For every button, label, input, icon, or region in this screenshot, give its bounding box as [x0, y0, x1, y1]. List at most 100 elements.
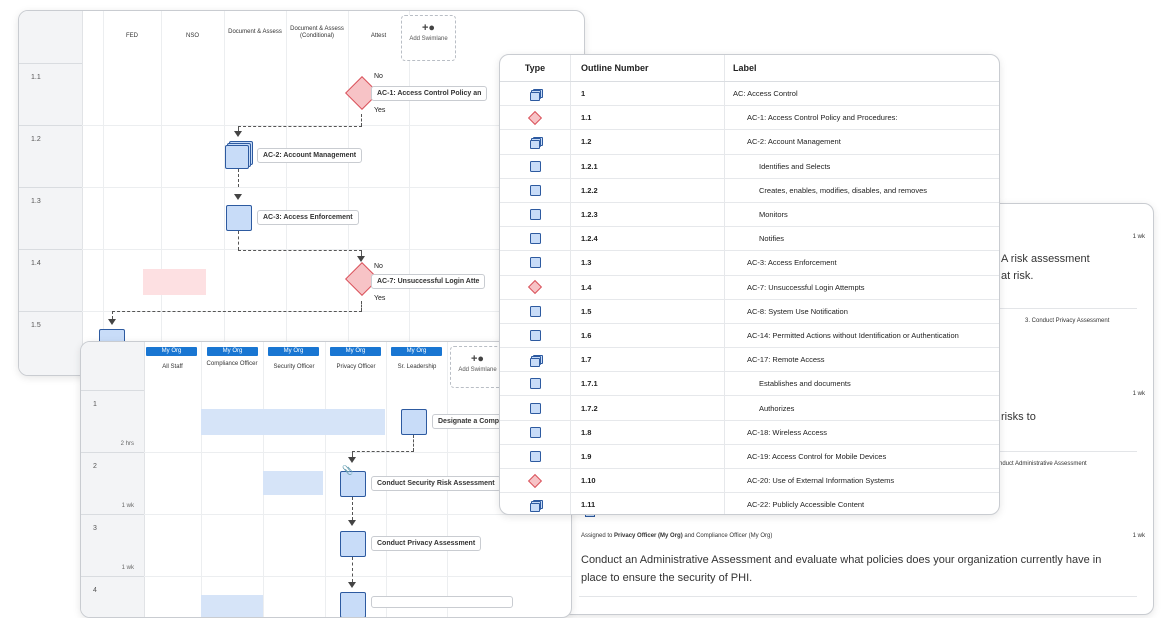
task-icon [529, 378, 541, 390]
label-cell: AC-1: Access Control Policy and Procedur… [724, 105, 999, 131]
column-header-outline-number[interactable]: Outline Number [570, 55, 725, 82]
row-number: 1 [93, 401, 97, 408]
connector [413, 435, 414, 451]
task-icon [529, 450, 541, 462]
column-header-label[interactable]: Label [724, 55, 999, 82]
lane-header-sr-leadership[interactable]: Sr. Leadership [387, 364, 447, 371]
lane-header-compliance-officer[interactable]: Compliance Officer [204, 361, 260, 368]
lane-header-fed[interactable]: FED [104, 33, 160, 40]
lane-header-attest[interactable]: Attest [349, 33, 408, 40]
table-row[interactable]: 1.11 AC-22: Publicly Accessible Content [500, 492, 999, 514]
table-row[interactable]: 1.7 AC-17: Remote Access [500, 347, 999, 373]
type-cell [500, 81, 571, 107]
row-1: 1 2 hrs [81, 390, 144, 453]
table-row[interactable]: 1.4 AC-7: Unsuccessful Login Attempts [500, 275, 999, 300]
row-1-5: 1.5 [19, 311, 82, 375]
outline-number-cell: 1.5 [570, 299, 725, 324]
lane-header-privacy-officer[interactable]: Privacy Officer [326, 364, 386, 371]
outline-number-cell: 1.10 [570, 468, 725, 494]
lane-header-document-assess[interactable]: Document & Assess [225, 29, 285, 36]
table-row[interactable]: 1.5 AC-8: System Use Notification [500, 299, 999, 324]
outline-table-card: Type Outline Number Label 1 AC: Access Co… [499, 54, 1000, 515]
table-row[interactable]: 1.1 AC-1: Access Control Policy and Proce… [500, 105, 999, 131]
outline-table-body: 1 AC: Access Control 1.1 AC-1: Access Contr… [500, 81, 999, 514]
outline-number-cell: 1.2.3 [570, 202, 725, 228]
task-description: A risk assessment [1001, 253, 1090, 265]
ac3-task[interactable] [226, 205, 252, 231]
task-duration: 1 wk [1132, 391, 1145, 397]
table-row[interactable]: 1.7.1 Establishes and documents [500, 371, 999, 397]
add-user-icon: +● [421, 22, 436, 34]
outline-number-cell: 1.1 [570, 105, 725, 131]
row-number: 2 [93, 463, 97, 470]
stack-icon [529, 88, 543, 101]
label-cell: AC-8: System Use Notification [724, 299, 999, 324]
table-row[interactable]: 1 AC: Access Control [500, 81, 999, 107]
row-number: 3 [93, 525, 97, 532]
lane-header-security-officer[interactable]: Security Officer [264, 364, 324, 371]
table-row[interactable]: 1.2.4 Notifies [500, 226, 999, 252]
task-reference: nduct Administrative Assessment [999, 461, 1087, 467]
table-row[interactable]: 1.2.3 Monitors [500, 202, 999, 228]
table-row[interactable]: 1.8 AC-18: Wireless Access [500, 420, 999, 445]
arrow-head [348, 520, 356, 526]
privacy-task[interactable] [340, 531, 366, 557]
arrow-head [348, 457, 356, 463]
ac7-task-label[interactable]: AC-7: Unsuccessful Login Atte [371, 274, 486, 289]
org-tag: My Org [330, 347, 381, 356]
task-icon [529, 257, 541, 269]
outline-table: Type Outline Number Label 1 AC: Access Co… [500, 55, 999, 514]
designate-task-label[interactable]: Designate a Comp [432, 414, 506, 429]
security-risk-task-label[interactable]: Conduct Security Risk Assessment [371, 476, 501, 491]
table-row[interactable]: 1.2 AC-2: Account Management [500, 129, 999, 155]
ac2-stacked-task[interactable] [225, 141, 253, 169]
lane-header-document-assess-conditional[interactable]: Document & Assess (Conditional) [287, 26, 347, 40]
outline-number-cell: 1.7.1 [570, 371, 725, 397]
add-swimlane-label: Add Swimlane [409, 36, 448, 42]
connector [238, 169, 239, 187]
next-task-label[interactable] [371, 596, 513, 608]
org-tag: My Org [391, 347, 442, 356]
table-row[interactable]: 1.9 AC-19: Access Control for Mobile Devi… [500, 444, 999, 470]
next-task[interactable] [340, 592, 366, 617]
outline-number-cell: 1.2.4 [570, 226, 725, 252]
table-row[interactable]: 1.6 AC-14: Permitted Actions without Iden… [500, 323, 999, 349]
outline-number-cell: 1.9 [570, 444, 725, 470]
row-number: 1.2 [31, 136, 41, 143]
highlighted-span [201, 409, 385, 435]
lane-header-all-staff[interactable]: All Staff [144, 364, 201, 371]
row-3: 3 1 wk [81, 514, 144, 577]
table-row[interactable]: 1.2.2 Creates, enables, modifies, disable… [500, 178, 999, 203]
ac3-task-label[interactable]: AC-3: Access Enforcement [257, 210, 359, 225]
row-number: 1.5 [31, 322, 41, 329]
privacy-task-label[interactable]: Conduct Privacy Assessment [371, 536, 482, 551]
outline-number-cell: 1.2.1 [570, 154, 725, 179]
arrow-head [234, 131, 242, 137]
table-row[interactable]: 1.10 AC-20: Use of External Information S… [500, 468, 999, 494]
assigned-to: Assigned to Privacy Officer (My Org) and… [581, 533, 772, 539]
outline-number-cell: 1.8 [570, 420, 725, 445]
add-swimlane-button[interactable]: +● Add Swimlane [450, 346, 505, 388]
task-description: place to ensure the security of PHI. [581, 572, 753, 584]
highlighted-cell [143, 269, 206, 295]
ac2-task-label[interactable]: AC-2: Account Management [257, 148, 363, 163]
type-cell [500, 492, 571, 514]
lane-header-nso[interactable]: NSO [162, 33, 223, 40]
stack-icon [529, 136, 543, 149]
table-row[interactable]: 1.3 AC-3: Access Enforcement [500, 250, 999, 276]
designate-task[interactable] [401, 409, 427, 435]
table-row[interactable]: 1.2.1 Identifies and Selects [500, 154, 999, 179]
decision-yes-label: Yes [374, 107, 386, 114]
ac1-task-label[interactable]: AC-1: Access Control Policy an [371, 86, 488, 101]
row-divider [144, 576, 571, 577]
add-swimlane-button[interactable]: +● Add Swimlane [401, 15, 456, 61]
task-icon [529, 184, 541, 196]
highlighted-cell [263, 471, 323, 495]
decision-no-label: No [374, 263, 383, 270]
column-header-type[interactable]: Type [500, 55, 571, 82]
table-row[interactable]: 1.7.2 Authorizes [500, 395, 999, 421]
task-icon [529, 402, 541, 414]
label-cell: AC: Access Control [724, 81, 999, 107]
task-icon [529, 209, 541, 221]
label-cell: AC-7: Unsuccessful Login Attempts [724, 275, 999, 300]
